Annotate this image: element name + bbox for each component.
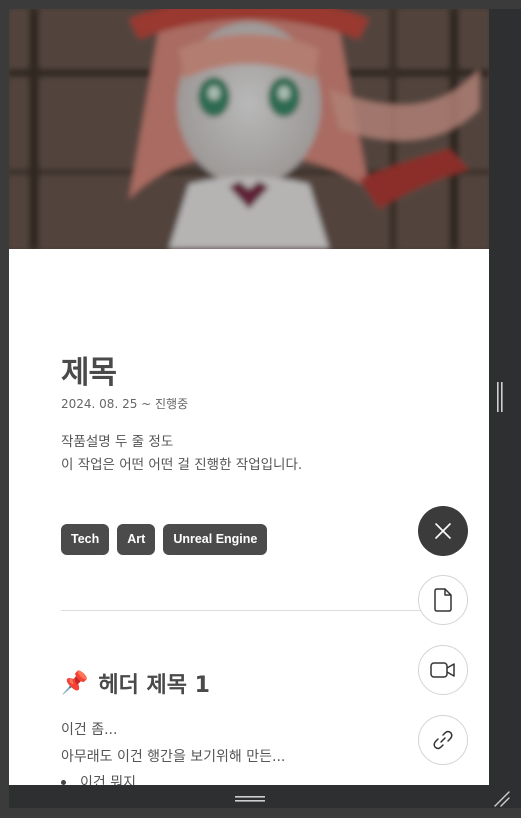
page-title: 제목: [61, 355, 117, 391]
link-icon: [433, 730, 453, 750]
video-icon: [430, 662, 455, 678]
app-window: 제목 2024. 08. 25 ~ 진행중 작품설명 두 줄 정도 이 작업은 …: [0, 0, 521, 818]
window-top-border: [0, 0, 521, 9]
content-panel[interactable]: 제목 2024. 08. 25 ~ 진행중 작품설명 두 줄 정도 이 작업은 …: [9, 9, 489, 785]
horizontal-resize-handle[interactable]: [235, 795, 265, 803]
project-description: 작품설명 두 줄 정도 이 작업은 어떤 어떤 걸 진행한 작업입니다.: [61, 431, 302, 477]
vertical-resize-handle[interactable]: [497, 382, 503, 412]
description-line: 작품설명 두 줄 정도: [61, 434, 174, 450]
section-heading: 📌 헤더 제목 1: [61, 667, 210, 699]
tag-art[interactable]: Art: [117, 524, 156, 555]
hero-image: [9, 9, 489, 249]
pushpin-icon: 📌: [61, 670, 89, 696]
window-left-border: [0, 0, 9, 818]
video-button[interactable]: [418, 645, 468, 695]
bullet-dot: [61, 779, 66, 785]
document-button[interactable]: [418, 575, 468, 625]
paragraph: 이건 좀...: [61, 722, 118, 738]
project-date: 2024. 08. 25 ~ 진행중: [61, 397, 189, 411]
document-icon: [434, 588, 452, 612]
tag-tech[interactable]: Tech: [61, 524, 110, 555]
corner-resize-icon[interactable]: [493, 790, 511, 808]
description-line: 이 작업은 어떤 어떤 걸 진행한 작업입니다.: [61, 457, 303, 473]
tag-unreal-engine[interactable]: Unreal Engine: [163, 524, 268, 555]
tag-list: Tech Art Unreal Engine: [61, 524, 268, 555]
divider: [61, 610, 421, 611]
close-button[interactable]: [418, 506, 468, 556]
close-icon: [435, 523, 451, 539]
window-bottom-border: [0, 808, 521, 818]
section-heading-text: 헤더 제목 1: [98, 673, 210, 698]
list-item: 이건 뭐지: [61, 772, 136, 785]
paragraph: 아무래도 이건 행간을 보기위해 만든...: [61, 749, 286, 765]
link-button[interactable]: [418, 715, 468, 765]
list-item-text: 이건 뭐지: [80, 775, 136, 785]
